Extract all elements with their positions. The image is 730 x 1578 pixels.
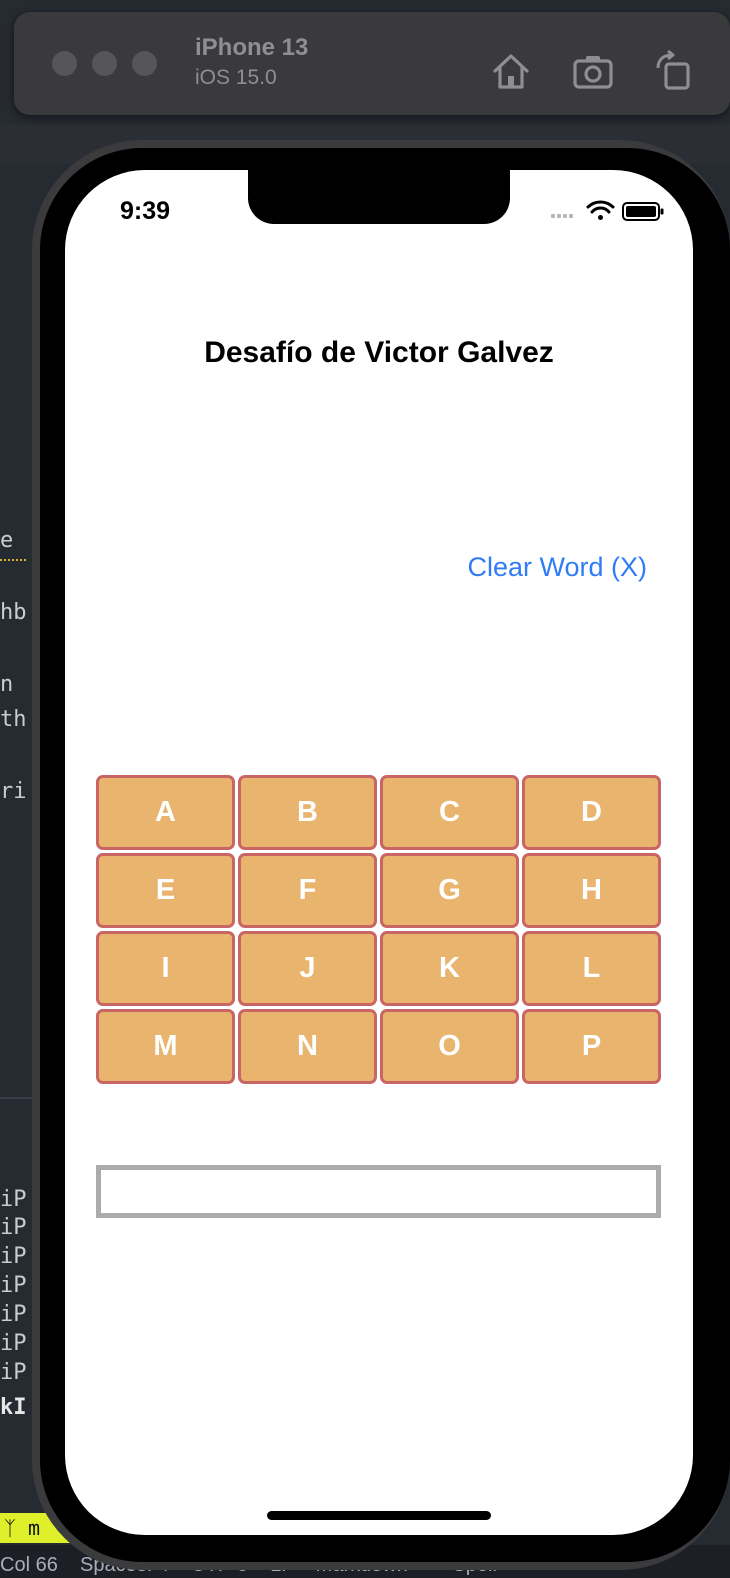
status-icons: [551, 200, 664, 221]
editor-text-fragment: kI: [0, 1395, 27, 1420]
letter-tile[interactable]: D: [522, 775, 661, 850]
editor-text-fragment: ri: [0, 779, 27, 804]
editor-text-fragment: iP: [0, 1244, 27, 1269]
status-time: 9:39: [120, 197, 171, 225]
letter-tile[interactable]: M: [96, 1009, 235, 1084]
editor-text-fragment: th: [0, 707, 27, 732]
home-icon[interactable]: [490, 50, 532, 92]
clear-word-button[interactable]: Clear Word (X): [467, 552, 647, 583]
letter-tile[interactable]: B: [238, 775, 377, 850]
letter-tile[interactable]: H: [522, 853, 661, 928]
device-name: iPhone 13: [195, 34, 309, 61]
editor-text-fragment: n: [0, 672, 14, 697]
letter-tile[interactable]: E: [96, 853, 235, 928]
letter-tile[interactable]: J: [238, 931, 377, 1006]
wifi-icon: [586, 200, 615, 220]
editor-text-fragment: hb: [0, 600, 27, 625]
spell-squiggle: [0, 553, 26, 561]
editor-text-fragment: iP: [0, 1360, 27, 1385]
window-zoom-button[interactable]: [132, 51, 157, 76]
letter-tile[interactable]: K: [380, 931, 519, 1006]
screen-root: e hb n th ri iP iP iP iP iP iP iP kI ᛉ m…: [0, 0, 730, 1578]
notch: [248, 170, 510, 224]
current-word-field[interactable]: [96, 1165, 661, 1218]
screenshot-icon[interactable]: [572, 50, 614, 92]
home-indicator[interactable]: [267, 1511, 491, 1520]
letter-tile[interactable]: N: [238, 1009, 377, 1084]
signal-dots-icon: [551, 214, 573, 218]
battery-icon: [622, 202, 664, 221]
letter-grid: A B C D E F G H I J K L M N O P: [96, 775, 662, 1085]
editor-text-fragment: e: [0, 528, 14, 553]
editor-text-fragment: iP: [0, 1331, 27, 1356]
simulator-toolbar: iPhone 13 iOS 15.0: [14, 12, 730, 115]
editor-text-fragment: iP: [0, 1302, 27, 1327]
device-os-version: iOS 15.0: [195, 66, 277, 89]
page-title: Desafío de Victor Galvez: [204, 336, 554, 369]
rotate-icon[interactable]: [652, 50, 694, 92]
letter-tile[interactable]: A: [96, 775, 235, 850]
editor-text-fragment: iP: [0, 1215, 27, 1240]
window-minimize-button[interactable]: [92, 51, 117, 76]
letter-tile[interactable]: F: [238, 853, 377, 928]
phone-screen: 9:39 Desafío de Victor Galvez Clear Word…: [65, 170, 693, 1535]
letter-tile[interactable]: L: [522, 931, 661, 1006]
editor-text-fragment: iP: [0, 1273, 27, 1298]
window-close-button[interactable]: [52, 51, 77, 76]
editor-text-fragment: iP: [0, 1187, 27, 1212]
letter-tile[interactable]: C: [380, 775, 519, 850]
letter-tile[interactable]: O: [380, 1009, 519, 1084]
letter-tile[interactable]: G: [380, 853, 519, 928]
letter-tile[interactable]: I: [96, 931, 235, 1006]
letter-tile[interactable]: P: [522, 1009, 661, 1084]
